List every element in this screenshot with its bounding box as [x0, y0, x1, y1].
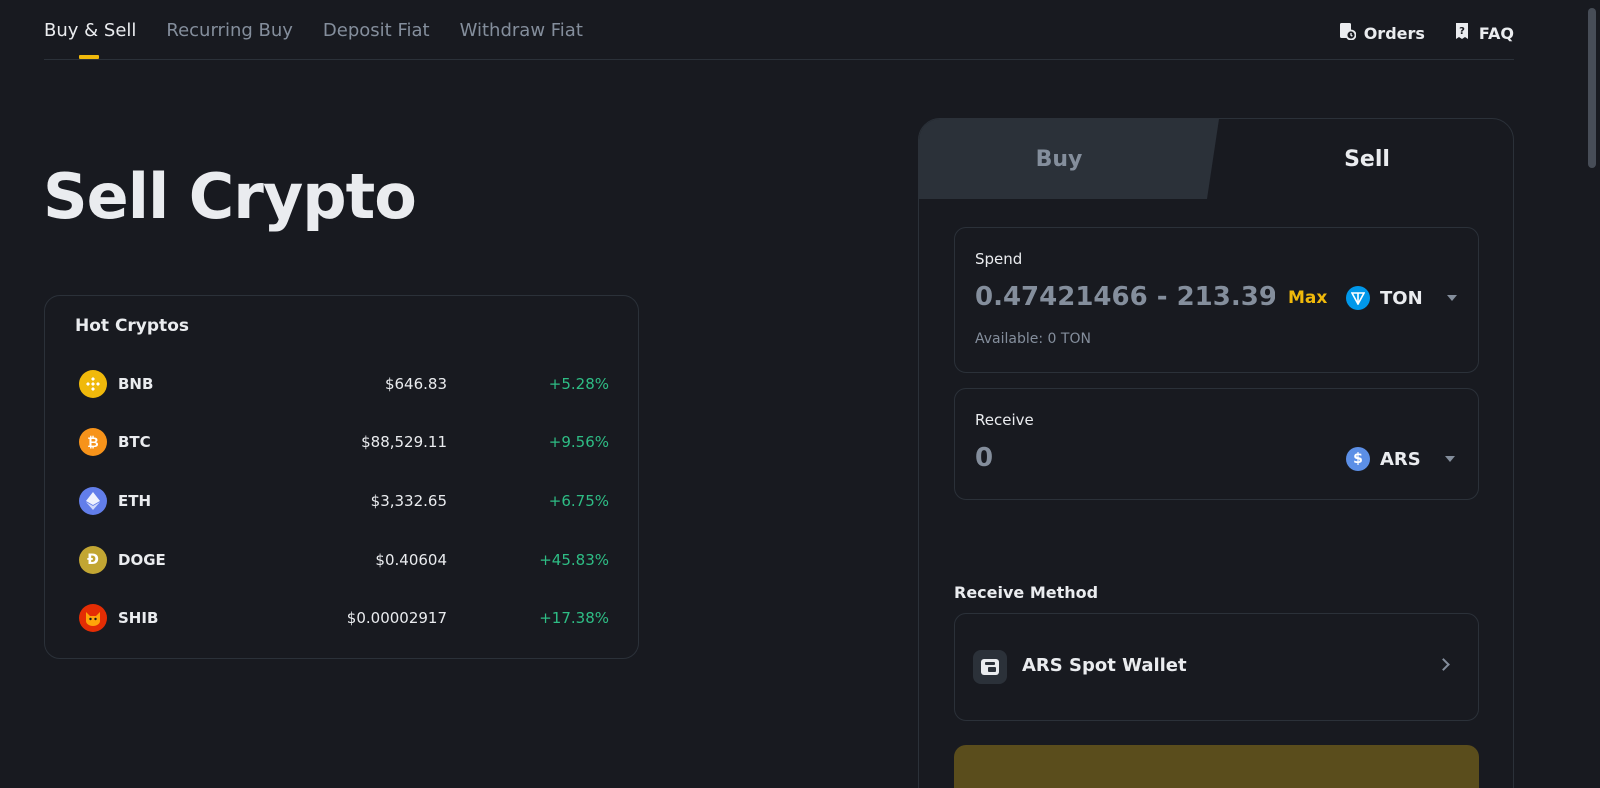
tab-sell[interactable]: Sell — [1219, 119, 1513, 199]
hot-row-bnb[interactable]: BNB $646.83 +5.28% — [79, 368, 609, 400]
hot-row-shib[interactable]: SHIB $0.00002917 +17.38% — [79, 602, 609, 634]
tab-buy-sell[interactable]: Buy & Sell — [44, 20, 136, 59]
receive-field: Receive 0 $ ARS — [954, 388, 1479, 500]
coin-symbol: BNB — [118, 375, 154, 393]
wallet-icon — [973, 650, 1007, 684]
chevron-down-icon — [1444, 456, 1455, 462]
coin-change: +5.28% — [548, 375, 609, 393]
coin-symbol: BTC — [118, 433, 151, 451]
faq-label: FAQ — [1478, 23, 1514, 43]
receive-method-name: ARS Spot Wallet — [1022, 655, 1187, 676]
coin-price: $3,332.65 — [370, 492, 447, 510]
trade-tabs: Buy Sell — [919, 119, 1513, 199]
ton-icon — [1346, 286, 1370, 310]
faq-icon: ? — [1453, 22, 1471, 44]
ars-icon: $ — [1346, 447, 1370, 471]
spend-currency-label: TON — [1380, 287, 1423, 309]
page-title: Sell Crypto — [43, 160, 417, 233]
tab-deposit-fiat[interactable]: Deposit Fiat — [323, 20, 430, 59]
available-balance: Available: 0 TON — [975, 331, 1091, 347]
btc-icon: ₿ — [79, 428, 107, 456]
faq-link[interactable]: ? FAQ — [1453, 22, 1514, 44]
hot-row-btc[interactable]: ₿ BTC $88,529.11 +9.56% — [79, 426, 609, 458]
orders-link[interactable]: Orders — [1338, 22, 1425, 44]
receive-method-selector[interactable]: ARS Spot Wallet — [954, 613, 1479, 721]
spend-label: Spend — [975, 250, 1023, 268]
scrollbar[interactable] — [1582, 0, 1600, 788]
eth-icon — [79, 487, 107, 515]
doge-icon: Ð — [79, 546, 107, 574]
coin-change: +17.38% — [539, 609, 609, 627]
coin-change: +45.83% — [539, 551, 609, 569]
svg-text:?: ? — [1459, 26, 1465, 37]
receive-currency-select[interactable]: $ ARS — [1346, 447, 1455, 471]
hot-cryptos-card: Hot Cryptos BNB $646.83 +5.28% ₿ BTC $88… — [44, 295, 639, 659]
spend-currency-select[interactable]: TON — [1346, 286, 1457, 310]
spend-amount-input[interactable]: 0.47421466 - 213.39659 — [975, 282, 1275, 312]
orders-icon — [1338, 22, 1357, 44]
chevron-right-icon — [1437, 658, 1450, 671]
sell-submit-button[interactable] — [954, 745, 1479, 788]
coin-change: +6.75% — [548, 492, 609, 510]
tab-withdraw-fiat[interactable]: Withdraw Fiat — [460, 20, 583, 59]
tab-buy[interactable]: Buy — [919, 119, 1219, 199]
coin-symbol: SHIB — [118, 609, 159, 627]
spend-field: Spend 0.47421466 - 213.39659 Max TON Ava… — [954, 227, 1479, 373]
max-button[interactable]: Max — [1288, 288, 1327, 308]
hot-cryptos-title: Hot Cryptos — [75, 316, 189, 336]
orders-label: Orders — [1363, 23, 1425, 43]
receive-amount-input[interactable]: 0 — [975, 443, 993, 473]
trade-panel: Buy Sell Spend 0.47421466 - 213.39659 Ma… — [918, 118, 1514, 788]
nav-actions: Orders ? FAQ — [1338, 22, 1514, 44]
coin-price: $88,529.11 — [361, 433, 447, 451]
coin-price: $646.83 — [384, 375, 447, 393]
hot-row-eth[interactable]: ETH $3,332.65 +6.75% — [79, 485, 609, 517]
coin-change: +9.56% — [548, 433, 609, 451]
receive-method-label: Receive Method — [954, 583, 1099, 602]
coin-price: $0.00002917 — [346, 609, 447, 627]
scrollbar-thumb[interactable] — [1588, 8, 1596, 168]
receive-label: Receive — [975, 411, 1034, 429]
coin-symbol: DOGE — [118, 551, 166, 569]
tab-recurring-buy[interactable]: Recurring Buy — [166, 20, 293, 59]
coin-price: $0.40604 — [375, 551, 447, 569]
chevron-down-icon — [1446, 295, 1457, 301]
nav-tabs: Buy & Sell Recurring Buy Deposit Fiat Wi… — [44, 20, 583, 59]
bnb-icon — [79, 370, 107, 398]
coin-symbol: ETH — [118, 492, 152, 510]
shib-icon — [79, 604, 107, 632]
hot-row-doge[interactable]: Ð DOGE $0.40604 +45.83% — [79, 544, 609, 576]
receive-currency-label: ARS — [1380, 448, 1421, 470]
top-nav: Buy & Sell Recurring Buy Deposit Fiat Wi… — [44, 0, 1514, 60]
